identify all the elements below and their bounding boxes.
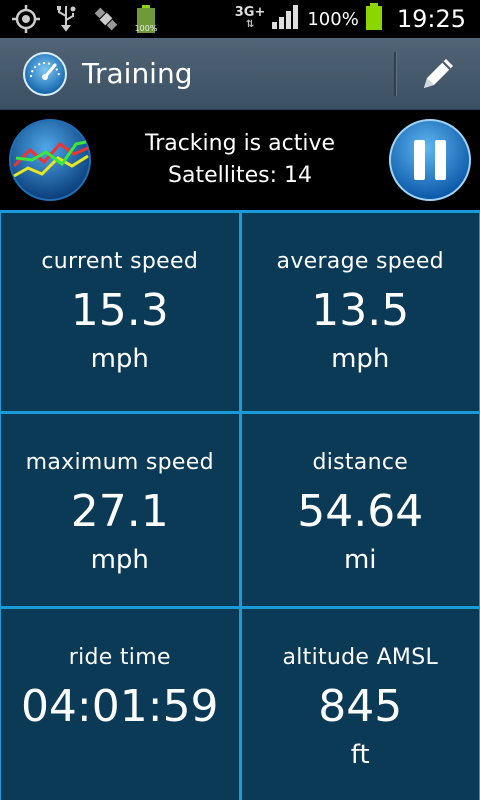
page-title: Training xyxy=(82,57,193,90)
action-bar-divider xyxy=(394,52,396,96)
tile-label: maximum speed xyxy=(25,450,214,475)
pause-icon xyxy=(389,119,471,201)
tracking-status: Tracking is active xyxy=(144,131,336,156)
stats-grid: current speed 15.3 mph average speed 13.… xyxy=(0,210,480,800)
edit-button[interactable] xyxy=(412,50,464,98)
pencil-icon xyxy=(424,59,453,88)
signal-icon xyxy=(271,4,301,34)
tile-label: ride time xyxy=(68,645,171,670)
tracking-status-block: Tracking is active Satellites: 14 xyxy=(100,128,380,192)
battery-full-icon: 100% xyxy=(130,3,162,35)
chart-globe-icon xyxy=(9,119,91,201)
tile-unit: mph xyxy=(331,344,390,374)
tile-value: 13.5 xyxy=(311,285,410,336)
pause-button[interactable] xyxy=(388,118,472,202)
clock: 19:25 xyxy=(396,5,466,33)
tile-label: average speed xyxy=(276,249,444,274)
chart-globe-button[interactable] xyxy=(8,118,92,202)
tile-label: current speed xyxy=(41,249,199,274)
satellites-count: Satellites: 14 xyxy=(168,163,312,188)
current-speed-tile[interactable]: current speed 15.3 mph xyxy=(1,213,239,411)
status-bar: 100% 3G+ ⇅ 100% 19:25 xyxy=(0,0,480,38)
usb-icon xyxy=(50,3,82,35)
action-bar: Training xyxy=(0,38,480,110)
network-type: 3G+ ⇅ xyxy=(234,5,266,30)
tile-label: altitude AMSL xyxy=(282,645,439,670)
distance-tile[interactable]: distance 54.64 mi xyxy=(241,414,479,606)
tile-value: 54.64 xyxy=(297,486,424,537)
tile-unit: mi xyxy=(343,545,377,575)
tile-unit: ft xyxy=(350,740,370,770)
tile-label: distance xyxy=(312,450,409,475)
altitude-tile[interactable]: altitude AMSL 845 ft xyxy=(241,609,479,800)
tile-value: 845 xyxy=(318,681,403,732)
tile-value: 27.1 xyxy=(70,486,169,537)
tile-unit: mph xyxy=(90,344,149,374)
average-speed-tile[interactable]: average speed 13.5 mph xyxy=(241,213,479,411)
battery-overlay-text: 100% xyxy=(134,24,158,33)
speedometer-icon[interactable] xyxy=(22,51,68,97)
gps-target-icon xyxy=(10,3,42,35)
ride-time-tile[interactable]: ride time 04:01:59 xyxy=(1,609,239,800)
tile-unit: mph xyxy=(90,545,149,575)
maximum-speed-tile[interactable]: maximum speed 27.1 mph xyxy=(1,414,239,606)
satellite-icon xyxy=(90,3,122,35)
tile-value: 15.3 xyxy=(70,285,169,336)
tracking-panel: Tracking is active Satellites: 14 xyxy=(0,110,480,210)
battery-icon xyxy=(365,3,383,35)
battery-percent: 100% xyxy=(307,8,359,30)
tile-value: 04:01:59 xyxy=(20,681,219,732)
